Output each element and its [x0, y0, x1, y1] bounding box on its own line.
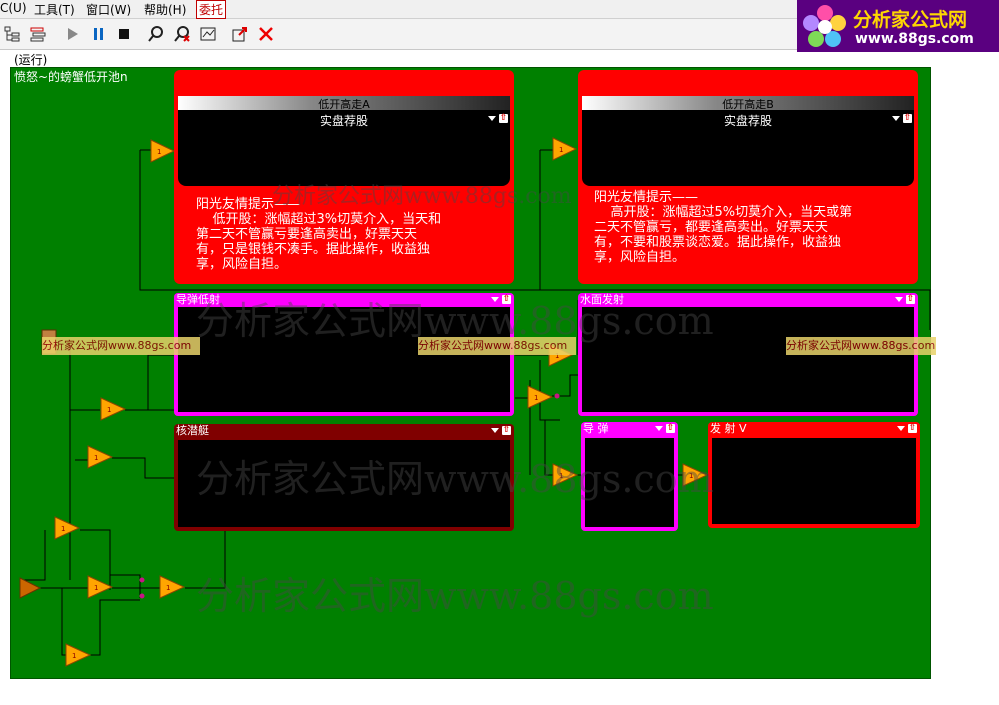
nuclear-sub-panel-title: 核潜艇 — [176, 424, 209, 437]
dropdown-icon[interactable] — [491, 428, 499, 433]
arrow-up-icon[interactable]: ⇧ — [502, 426, 511, 435]
svg-text:1: 1 — [94, 454, 98, 462]
dropdown-icon[interactable] — [897, 426, 905, 431]
watermark: 分析家公式网www.88gs.com — [196, 457, 714, 501]
high-open-panel-subtitle: 实盘荐股 — [723, 114, 772, 128]
low-open-panel-subtitle: 实盘荐股 — [319, 114, 368, 128]
svg-text:1: 1 — [107, 406, 111, 414]
high-open-panel[interactable]: 低开高走B 实盘荐股 ⇧ 阳光友情提示—— 高开股：涨幅超过5%切莫介入，当天或… — [578, 70, 918, 284]
dropdown-icon[interactable] — [655, 426, 663, 431]
high-open-tip-heading: 阳光友情提示—— — [594, 190, 699, 205]
arrow-up-icon[interactable]: ⇧ — [906, 295, 915, 304]
svg-text:1: 1 — [61, 525, 65, 533]
svg-text:1: 1 — [94, 584, 98, 592]
svg-text:1: 1 — [534, 394, 538, 402]
watermark-strip: 分析家公式网www.88gs.com — [786, 337, 936, 355]
svg-text:1: 1 — [166, 584, 170, 592]
low-open-tip-body: 低开股：涨幅超过3%切莫介入，当天和 第二天不管赢亏要逢高卖出，好票天天 有，只… — [196, 212, 442, 272]
dropdown-icon[interactable] — [892, 116, 900, 121]
watermark: 分析家公式网www.88gs.com — [196, 574, 714, 618]
low-open-panel[interactable]: 低开高走A 实盘荐股 ⇧ 阳光友情提示—— 低开股：涨幅超过3%切莫介入，当天和… — [174, 70, 514, 284]
input-node — [19, 577, 42, 599]
svg-text:1: 1 — [72, 652, 76, 660]
fire-panel[interactable]: 发 射 V ⇧ — [708, 422, 920, 528]
watermark-strip: 分析家公式网www.88gs.com — [418, 337, 576, 355]
svg-text:1: 1 — [157, 148, 161, 156]
watermark-strip: 分析家公式网www.88gs.com — [42, 337, 200, 355]
arrow-up-icon[interactable]: ⇧ — [666, 424, 675, 433]
svg-text:1: 1 — [559, 146, 563, 154]
arrow-up-icon[interactable]: ⇧ — [908, 424, 917, 433]
missile-panel-title: 导 弹 — [583, 422, 609, 435]
low-open-panel-title: 低开高走A — [318, 98, 370, 111]
arrow-up-icon[interactable]: ⇧ — [903, 114, 912, 123]
node-triangle — [150, 139, 176, 163]
high-open-panel-title: 低开高走B — [722, 98, 774, 111]
fire-panel-title: 发 射 V — [710, 422, 747, 435]
arrow-up-icon[interactable]: ⇧ — [499, 114, 508, 123]
watermark: 分析家公式网www.88gs.com — [272, 184, 572, 209]
high-open-tip-body: 高开股：涨幅超过5%切莫介入，当天或第 二天不管赢亏，都要逢高卖出。好票天天 有… — [594, 205, 853, 265]
dropdown-icon[interactable] — [488, 116, 496, 121]
dropdown-icon[interactable] — [895, 297, 903, 302]
